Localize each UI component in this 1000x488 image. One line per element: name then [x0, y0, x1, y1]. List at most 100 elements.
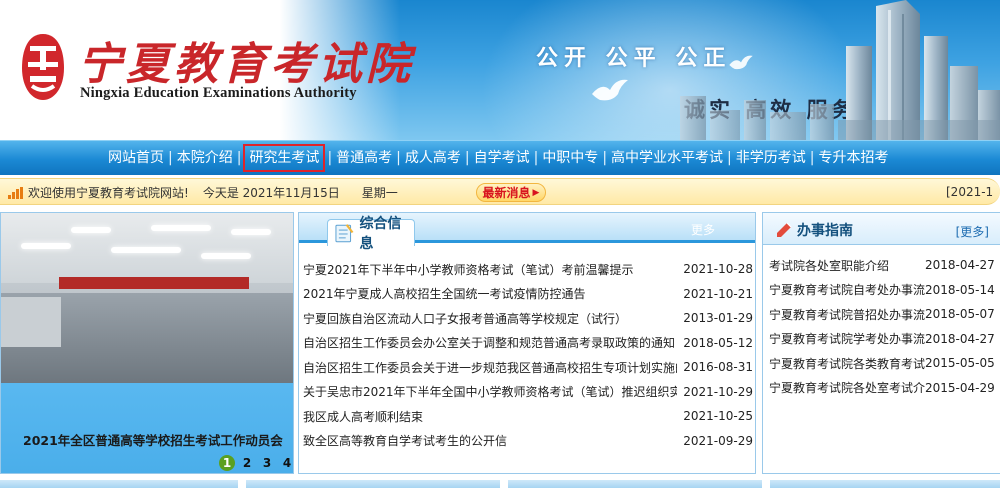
list-item[interactable]: 致全区高等教育自学考试考生的公开信 2021-09-29: [303, 429, 755, 454]
today-date: 今天是 2021年11月15日: [202, 186, 340, 200]
news-title[interactable]: 2021年宁夏成人高校招生全国统一考试疫情防控通告: [303, 285, 677, 302]
guide-date: 2015-04-29: [925, 380, 995, 395]
welcome-bar: 欢迎使用宁夏教育考试院网站! 今天是 2021年11月15日 星期一 最新消息 …: [0, 178, 1000, 205]
nav-item-vocational[interactable]: 中职中专: [538, 148, 602, 168]
nav-item-non-degree[interactable]: 非学历考试: [732, 148, 810, 168]
pencil-icon: [777, 222, 792, 237]
ceiling-light: [151, 225, 211, 231]
news-title[interactable]: 自治区招生工作委员会关于进一步规范我区普通高校招生专项计划实施的: [303, 359, 677, 376]
news-date: 2018-05-12: [683, 335, 753, 350]
main-nav: 网站首页 | 本院介绍 | 研究生考试 | 普通高考 | 成人高考 | 自学考试…: [0, 140, 1000, 175]
ceiling-light: [71, 227, 111, 233]
guide-title[interactable]: 考试院各处室职能介绍: [769, 257, 925, 274]
service-guide-more-link[interactable]: [更多]: [956, 223, 989, 240]
nav-item-high-school-test[interactable]: 高中学业水平考试: [607, 148, 727, 168]
dove-icon: [592, 79, 628, 101]
slide-page-4[interactable]: 4: [279, 455, 293, 471]
play-arrow-icon: ▶: [532, 187, 540, 198]
welcome-info: 欢迎使用宁夏教育考试院网站! 今天是 2021年11月15日 星期一: [8, 179, 398, 206]
slide-page-2[interactable]: 2: [239, 455, 255, 471]
latest-news-label: 最新消息: [482, 186, 531, 200]
news-date: 2021-10-21: [683, 286, 753, 301]
photo-slideshow[interactable]: 2021年全区普通高等学校招生考试工作动员会 1 2 3 4: [0, 212, 294, 474]
list-item[interactable]: 2021年宁夏成人高校招生全国统一考试疫情防控通告 2021-10-21: [303, 282, 755, 307]
list-item[interactable]: 宁夏教育考试院自考处办事流程 2018-05-14: [769, 278, 1000, 303]
service-guide-panel: 办事指南 [更多] 考试院各处室职能介绍 2018-04-27 宁夏教育考试院自…: [762, 212, 1000, 474]
guide-title[interactable]: 宁夏教育考试院学考处办事流程: [769, 330, 925, 347]
nav-item-upgrade-exam[interactable]: 专升本招考: [814, 148, 892, 168]
latest-news-badge: 最新消息 ▶: [476, 183, 546, 202]
slideshow-pager: 1 2 3 4: [219, 455, 293, 471]
guide-title[interactable]: 宁夏教育考试院各类教育考试: [769, 355, 925, 372]
notepad-icon: [335, 224, 354, 243]
slideshow-caption[interactable]: 2021年全区普通高等学校招生考试工作动员会: [23, 430, 283, 449]
nav-item-self-study[interactable]: 自学考试: [470, 148, 534, 168]
bottom-panel-edge: [770, 480, 1000, 488]
list-item[interactable]: 自治区招生工作委员会关于进一步规范我区普通高校招生专项计划实施的 2016-08…: [303, 355, 755, 380]
photo-screen: [1, 297, 61, 347]
news-date: 2021-10-29: [683, 384, 753, 399]
list-item[interactable]: 宁夏教育考试院各类教育考试 2015-05-05: [769, 351, 1000, 376]
list-item[interactable]: 关于吴忠市2021年下半年全国中小学教师资格考试（笔试）推迟组织实施 2021-…: [303, 380, 755, 405]
list-item[interactable]: 自治区招生工作委员会办公室关于调整和规范普通高考录取政策的通知 2018-05-…: [303, 331, 755, 356]
nav-item-about[interactable]: 本院介绍: [173, 148, 237, 168]
slide-page-1[interactable]: 1: [219, 455, 235, 471]
general-info-header: 综合信息 更多: [299, 213, 755, 252]
ceiling-light: [21, 243, 71, 249]
guide-title[interactable]: 宁夏教育考试院各处室考试介绍: [769, 379, 925, 396]
news-date: 2013-01-29: [683, 311, 753, 326]
general-info-list: 宁夏2021年下半年中小学教师资格考试（笔试）考前温馨提示 2021-10-28…: [303, 257, 755, 453]
guide-date: 2018-05-14: [925, 282, 995, 297]
guide-date: 2018-04-27: [925, 331, 995, 346]
today-weekday: 星期一: [361, 186, 398, 200]
site-subtitle: Ningxia Education Examinations Authority: [80, 85, 357, 101]
news-date: 2016-08-31: [683, 360, 753, 375]
nav-item-adult-exam[interactable]: 成人高考: [401, 148, 465, 168]
news-title[interactable]: 宁夏2021年下半年中小学教师资格考试（笔试）考前温馨提示: [303, 261, 677, 278]
nav-separator: |: [236, 150, 242, 166]
nav-item-gaokao[interactable]: 普通高考: [332, 148, 396, 168]
list-item[interactable]: 宁夏教育考试院学考处办事流程 2018-04-27: [769, 327, 1000, 352]
list-item[interactable]: 考试院各处室职能介绍 2018-04-27: [769, 253, 1000, 278]
header-banner: 宁夏教育考试院 Ningxia Education Examinations A…: [0, 0, 1000, 140]
bottom-panel-edge: [0, 480, 238, 488]
general-info-title: 综合信息: [359, 216, 402, 252]
news-title[interactable]: 自治区招生工作委员会办公室关于调整和规范普通高考录取政策的通知: [303, 334, 677, 351]
emblem-icon: [22, 34, 64, 100]
slide-page-3[interactable]: 3: [259, 455, 275, 471]
general-info-tab[interactable]: 综合信息: [327, 216, 415, 252]
nav-item-home[interactable]: 网站首页: [104, 148, 168, 168]
news-ticker[interactable]: [2021-1: [946, 179, 993, 206]
service-guide-header: 办事指南 [更多]: [763, 213, 1000, 245]
general-info-more-link[interactable]: 更多: [691, 221, 715, 238]
list-item[interactable]: 宁夏教育考试院普招处办事流程 2018-05-07: [769, 302, 1000, 327]
bottom-panel-edge: [246, 480, 500, 488]
guide-date: 2015-05-05: [925, 356, 995, 371]
ceiling-light: [111, 247, 181, 253]
news-title[interactable]: 我区成人高考顺利结束: [303, 408, 677, 425]
news-date: 2021-10-25: [683, 409, 753, 424]
news-title[interactable]: 关于吴忠市2021年下半年全国中小学教师资格考试（笔试）推迟组织实施: [303, 383, 677, 400]
news-title[interactable]: 致全区高等教育自学考试考生的公开信: [303, 432, 677, 449]
nav-item-graduate-exam[interactable]: 研究生考试: [243, 144, 326, 172]
site-title: 宁夏教育考试院: [78, 39, 414, 90]
bottom-panel-edge: [508, 480, 762, 488]
ceiling-light: [201, 253, 251, 259]
guide-date: 2018-05-07: [925, 307, 995, 322]
list-item[interactable]: 我区成人高考顺利结束 2021-10-25: [303, 404, 755, 429]
slideshow-photo[interactable]: [1, 213, 293, 383]
general-info-panel: 综合信息 更多 宁夏2021年下半年中小学教师资格考试（笔试）考前温馨提示 20…: [298, 212, 756, 474]
list-item[interactable]: 宁夏教育考试院各处室考试介绍 2015-04-29: [769, 376, 1000, 401]
guide-date: 2018-04-27: [925, 258, 995, 273]
city-skyline-image: [680, 0, 1000, 140]
news-title[interactable]: 宁夏回族自治区流动人口子女报考普通高等学校规定（试行）: [303, 310, 677, 327]
signal-bars-icon: [8, 186, 23, 199]
news-date: 2021-09-29: [683, 433, 753, 448]
service-guide-list: 考试院各处室职能介绍 2018-04-27 宁夏教育考试院自考处办事流程 201…: [769, 253, 1000, 400]
list-item[interactable]: 宁夏回族自治区流动人口子女报考普通高等学校规定（试行） 2013-01-29: [303, 306, 755, 331]
photo-red-banner: [59, 277, 249, 289]
welcome-text: 欢迎使用宁夏教育考试院网站!: [28, 186, 189, 200]
guide-title[interactable]: 宁夏教育考试院自考处办事流程: [769, 281, 925, 298]
guide-title[interactable]: 宁夏教育考试院普招处办事流程: [769, 306, 925, 323]
list-item[interactable]: 宁夏2021年下半年中小学教师资格考试（笔试）考前温馨提示 2021-10-28: [303, 257, 755, 282]
